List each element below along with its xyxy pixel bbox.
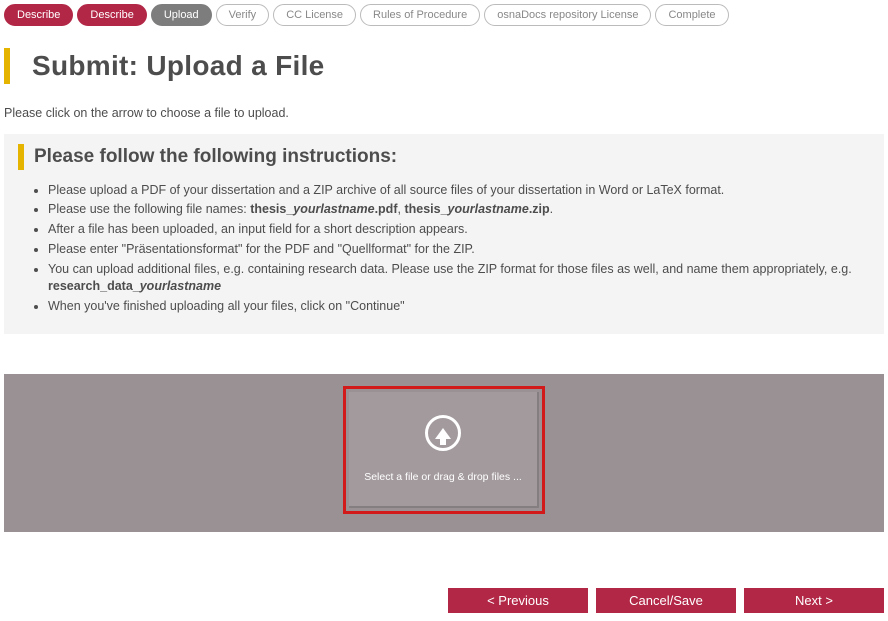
- instructions-accent: [18, 144, 24, 170]
- step-repo-license: osnaDocs repository License: [484, 4, 651, 26]
- nav-buttons: < Previous Cancel/Save Next >: [0, 532, 888, 621]
- instruction-item: Please upload a PDF of your dissertation…: [48, 180, 870, 200]
- page-title: Submit: Upload a File: [32, 50, 325, 82]
- instructions-list: Please upload a PDF of your dissertation…: [48, 180, 870, 316]
- file-drop-area[interactable]: Select a file or drag & drop files ...: [349, 392, 539, 508]
- instruction-item: Please enter "Präsentationsformat" for t…: [48, 240, 870, 260]
- step-rules: Rules of Procedure: [360, 4, 480, 26]
- step-complete: Complete: [655, 4, 728, 26]
- heading-accent: [4, 48, 10, 84]
- intro-text: Please click on the arrow to choose a fi…: [0, 84, 888, 134]
- cancel-save-button[interactable]: Cancel/Save: [596, 588, 736, 613]
- instructions-panel: Please follow the following instructions…: [4, 134, 884, 334]
- instruction-item: Please use the following file names: the…: [48, 200, 870, 220]
- step-upload[interactable]: Upload: [151, 4, 212, 26]
- upload-prompt: Select a file or drag & drop files ...: [364, 471, 522, 483]
- upload-zone: Select a file or drag & drop files ...: [4, 374, 884, 532]
- step-describe-2[interactable]: Describe: [77, 4, 146, 26]
- instruction-item: After a file has been uploaded, an input…: [48, 220, 870, 240]
- step-cc-license: CC License: [273, 4, 356, 26]
- next-button[interactable]: Next >: [744, 588, 884, 613]
- instruction-item: You can upload additional files, e.g. co…: [48, 260, 870, 297]
- previous-button[interactable]: < Previous: [448, 588, 588, 613]
- step-describe-1[interactable]: Describe: [4, 4, 73, 26]
- instructions-title: Please follow the following instructions…: [34, 146, 397, 168]
- upload-highlight-frame: Select a file or drag & drop files ...: [343, 386, 545, 514]
- instruction-item: When you've finished uploading all your …: [48, 296, 870, 316]
- upload-arrow-icon: [425, 415, 461, 451]
- submission-progress: Describe Describe Upload Verify CC Licen…: [0, 0, 888, 30]
- step-verify: Verify: [216, 4, 270, 26]
